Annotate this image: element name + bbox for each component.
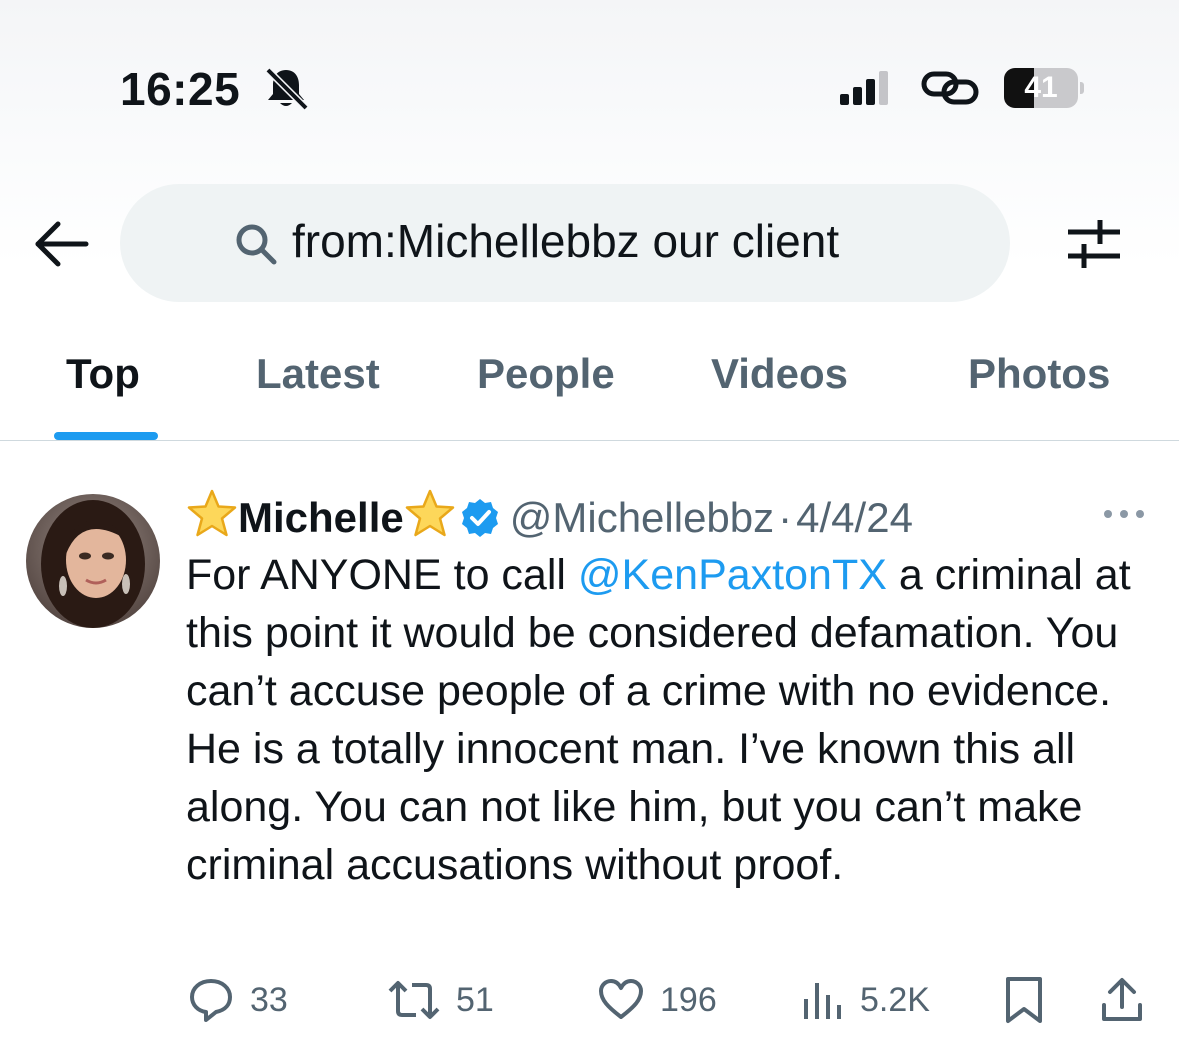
view-count: 5.2K [860,980,930,1019]
battery-icon: 41 [1004,68,1084,108]
battery-level: 41 [1024,71,1058,104]
like-button[interactable]: 196 [596,972,717,1028]
user-handle[interactable]: @Michellebbz [510,494,774,541]
status-time: 16:25 [120,63,241,115]
status-bar: 16:25 41 [0,0,1179,150]
star-emoji-icon [187,489,237,537]
tab-photos[interactable]: Photos [968,350,1110,398]
share-icon [1102,978,1142,1021]
heart-icon [599,979,643,1019]
filter-sliders-icon[interactable] [1062,214,1126,274]
bookmark-icon [1006,977,1042,1023]
tweet-actions: 33 51 196 5.2K [186,972,1146,1028]
active-tab-indicator [54,432,158,440]
link-icon [921,71,979,105]
avatar[interactable] [26,494,160,628]
search-tabs: Top Latest People Videos Photos [0,330,1179,440]
bookmark-button[interactable] [1002,972,1060,1028]
tweet-text: For ANYONE to call @KenPaxtonTX a crimin… [186,546,1156,894]
views-bar-chart-icon [804,983,841,1019]
tweet-date[interactable]: 4/4/24 [796,494,913,541]
mention-link[interactable]: @KenPaxtonTX [578,551,887,599]
tweet-header: Michelle @Michellebbz·4/4/24 [186,488,913,544]
reply-button[interactable]: 33 [186,972,288,1028]
tab-videos[interactable]: Videos [711,350,848,398]
tab-people[interactable]: People [477,350,615,398]
repost-count: 51 [456,980,494,1019]
signal-bars-icon [840,71,888,105]
tabs-divider [0,440,1179,441]
search-icon [236,224,277,265]
verified-badge-icon [461,499,498,537]
star-emoji-icon [405,489,454,537]
display-name[interactable]: Michelle [238,494,404,541]
tab-latest[interactable]: Latest [256,350,380,398]
search-query[interactable]: from:Michellebbz our client [292,214,839,268]
reply-count: 33 [250,980,288,1019]
back-arrow-icon[interactable] [30,216,90,272]
reply-icon [190,979,232,1022]
more-options-icon[interactable] [1100,506,1148,522]
tweet-text-start: For ANYONE to call [186,551,578,599]
repost-icon [388,981,440,1019]
tweet-text-rest: a criminal at this point it would be con… [186,551,1131,889]
like-count: 196 [660,980,717,1019]
views-button[interactable]: 5.2K [800,972,930,1028]
bell-slash-icon [265,67,309,110]
repost-button[interactable]: 51 [386,972,494,1028]
tab-top[interactable]: Top [66,350,140,398]
share-button[interactable] [1098,972,1160,1028]
separator-dot: · [778,494,793,541]
